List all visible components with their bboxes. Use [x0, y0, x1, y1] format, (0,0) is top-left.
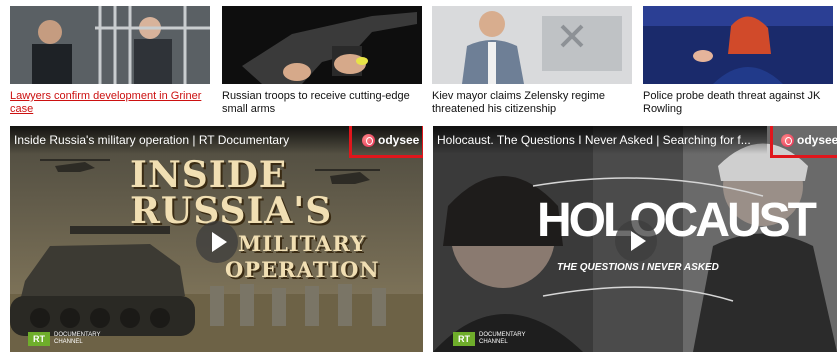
rifle-image: [222, 6, 422, 84]
play-button-military[interactable]: [196, 221, 238, 263]
prison-bars-image: [10, 6, 210, 84]
news-card-small-arms[interactable]: Russian troops to receive cutting-edge s…: [222, 6, 422, 124]
news-card-griner[interactable]: Lawyers confirm development in Griner ca…: [10, 6, 210, 124]
news-headline-small-arms[interactable]: Russian troops to receive cutting-edge s…: [222, 90, 422, 116]
rt-logo-icon: RT: [453, 332, 475, 346]
video-title-art-line-2: THE QUESTIONS I NEVER ASKED: [557, 262, 719, 273]
rowling-image: [643, 6, 833, 84]
video-title-art-line-4: OPERATION: [225, 257, 380, 282]
news-headline-griner[interactable]: Lawyers confirm development in Griner ca…: [10, 90, 210, 116]
video-title-art-line-1: INSIDE: [130, 154, 288, 196]
news-thumb-rowling[interactable]: [643, 6, 833, 84]
video-player-military[interactable]: INSIDE RUSSIA'S MILITARY OPERATION Insid…: [10, 126, 423, 352]
channel-name: DOCUMENTARY CHANNEL: [54, 332, 101, 345]
news-card-rowling[interactable]: Police probe death threat against JK Row…: [643, 6, 833, 124]
play-button-holocaust[interactable]: [615, 220, 657, 262]
mayor-image: [432, 6, 632, 84]
news-thumb-small-arms[interactable]: [222, 6, 422, 84]
news-thumb-kiev-mayor[interactable]: [432, 6, 632, 84]
news-headline-kiev-mayor[interactable]: Kiev mayor claims Zelensky regime threat…: [432, 90, 632, 116]
video-player-holocaust[interactable]: HOLOCAUST THE QUESTIONS I NEVER ASKED Ho…: [433, 126, 837, 352]
video-title-art-line-1: HOLOCAUST: [537, 194, 817, 247]
rt-logo-icon: RT: [28, 332, 50, 346]
highlight-box-odysee-holocaust: [770, 126, 837, 158]
news-card-kiev-mayor[interactable]: Kiev mayor claims Zelensky regime threat…: [432, 6, 632, 124]
channel-name: DOCUMENTARY CHANNEL: [479, 332, 526, 345]
news-headline-rowling[interactable]: Police probe death threat against JK Row…: [643, 90, 833, 116]
highlight-box-odysee-military: [349, 126, 423, 158]
channel-badge-holocaust: RT DOCUMENTARY CHANNEL: [453, 332, 526, 346]
video-title-art-line-2: RUSSIA'S: [130, 190, 333, 232]
video-title-art-line-3: MILITARY: [238, 231, 367, 256]
news-thumb-griner[interactable]: [10, 6, 210, 84]
video-title-holocaust[interactable]: Holocaust. The Questions I Never Asked |…: [433, 126, 767, 154]
channel-badge-military: RT DOCUMENTARY CHANNEL: [28, 332, 101, 346]
